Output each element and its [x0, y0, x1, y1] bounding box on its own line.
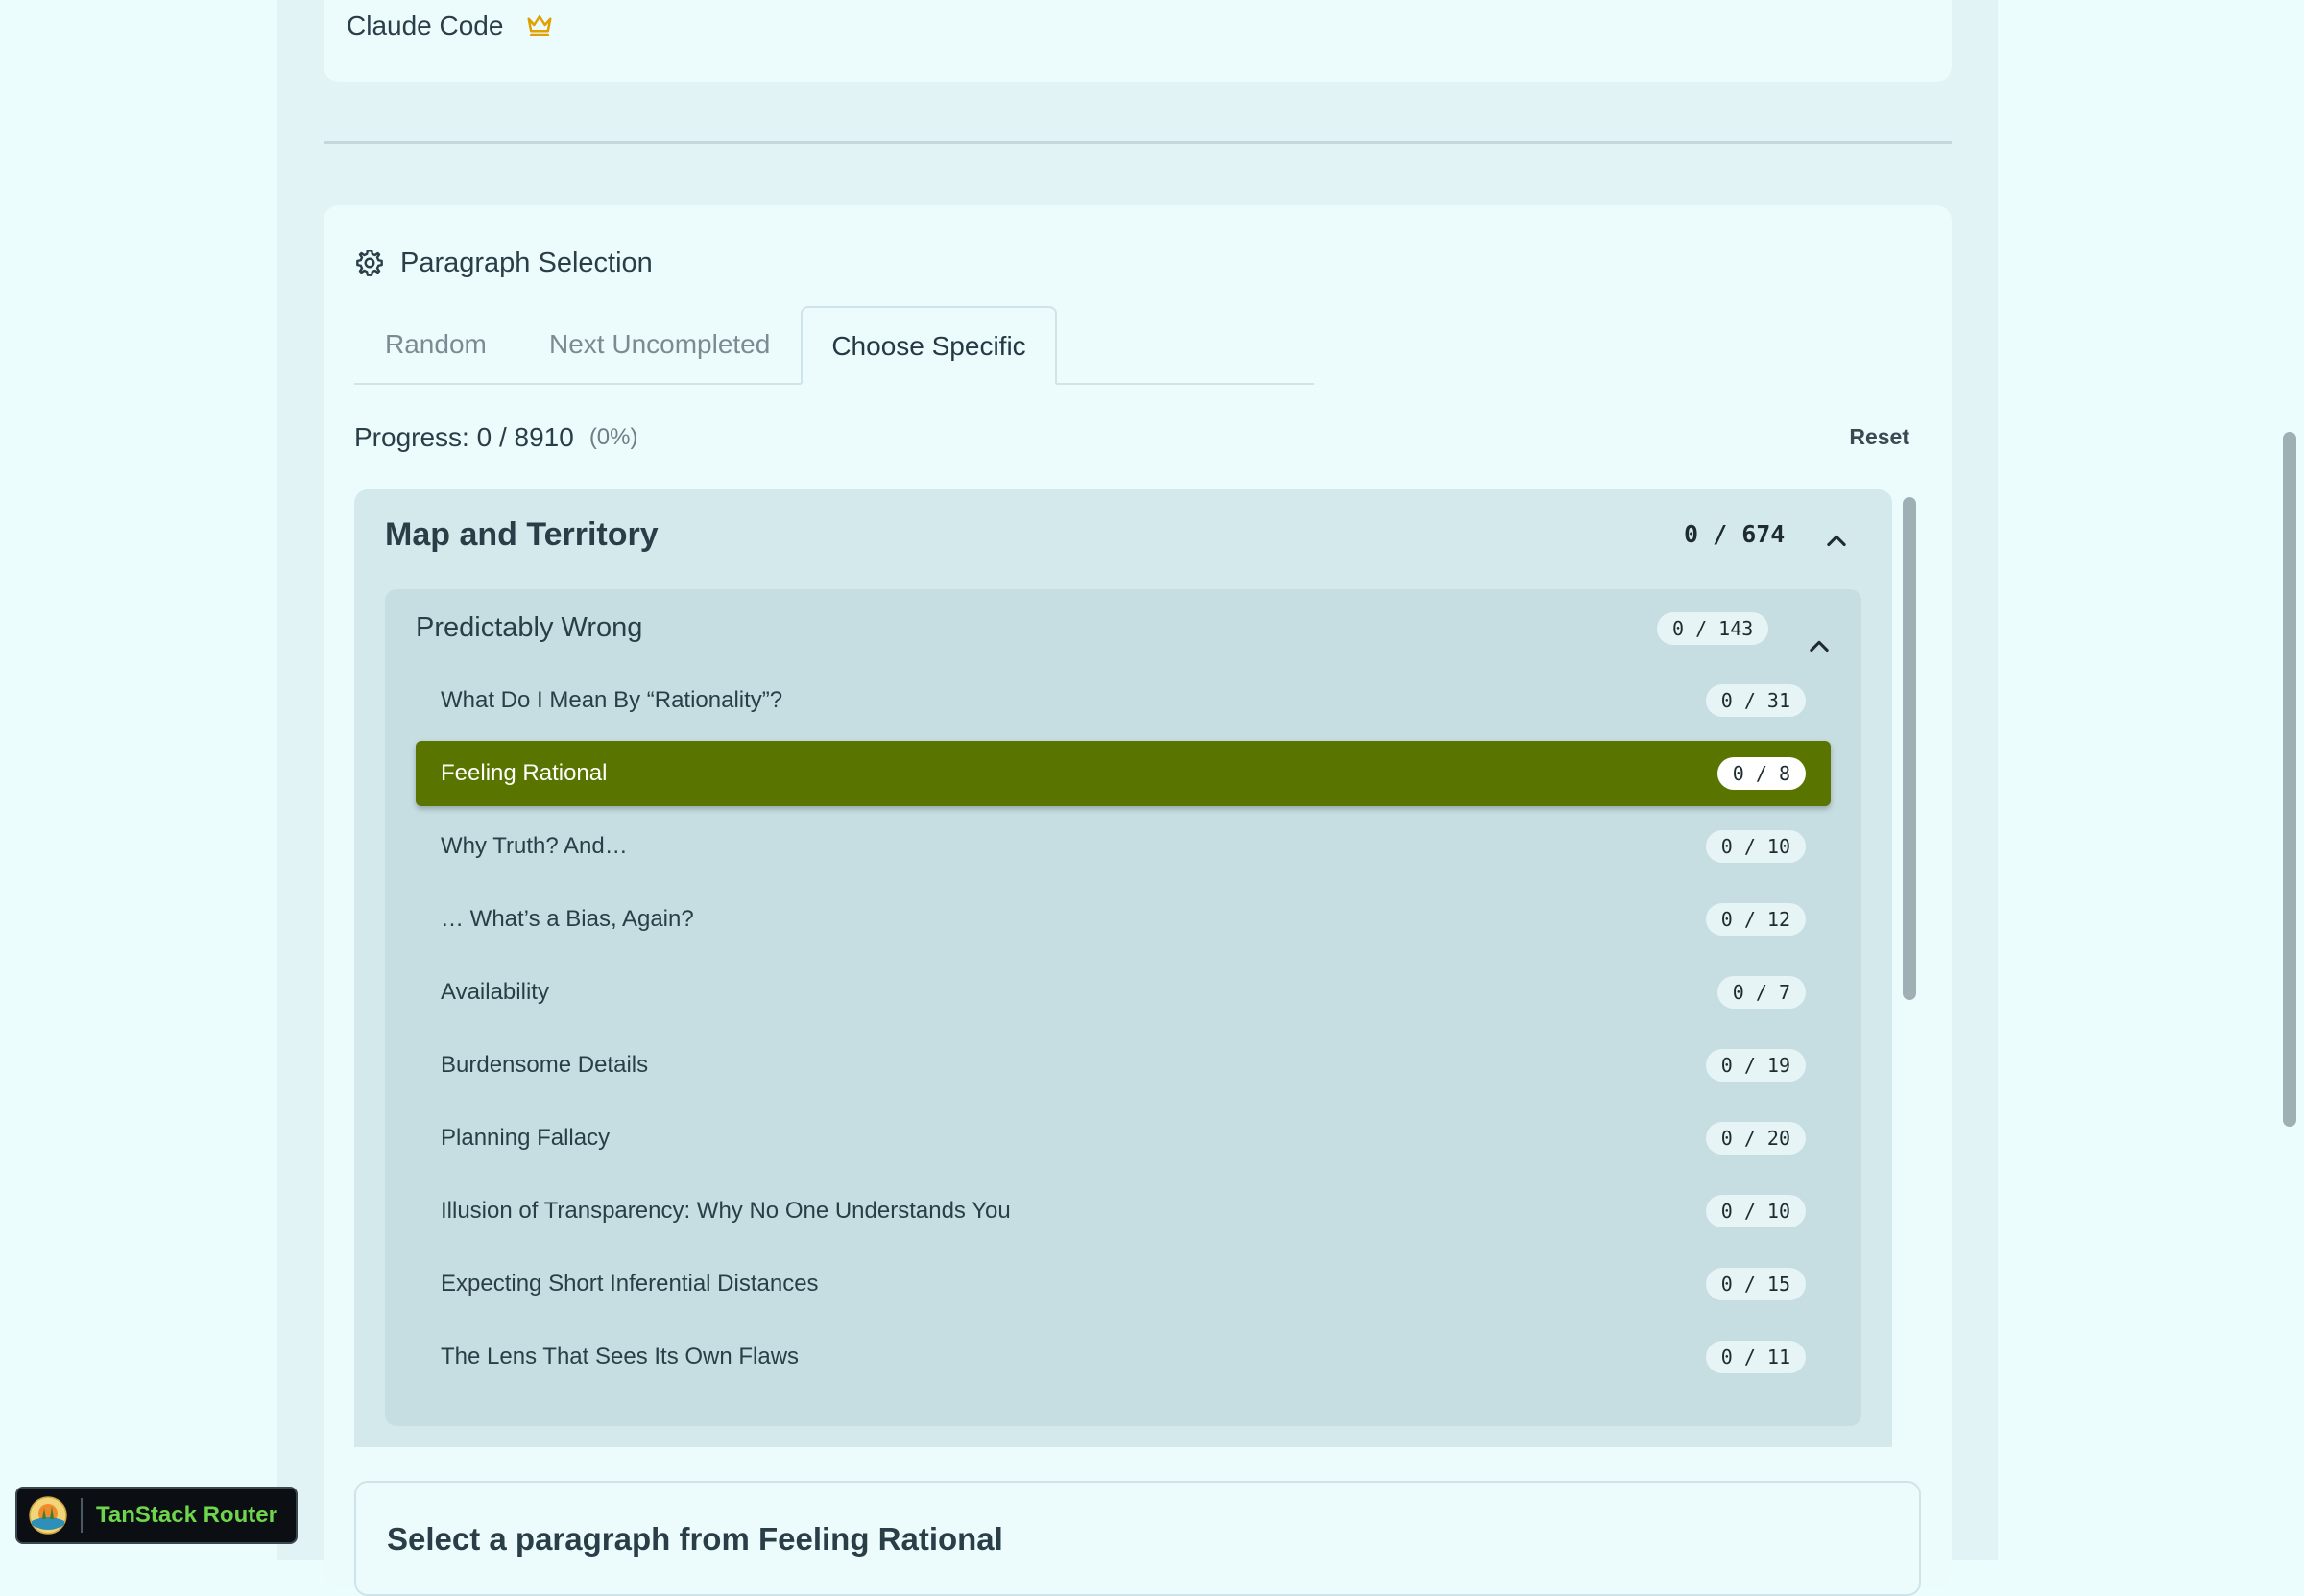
gear-icon — [356, 250, 383, 276]
book-count: 0 / 674 — [1684, 520, 1786, 548]
section-divider — [324, 141, 1952, 144]
model-name: Claude Code — [347, 11, 504, 40]
post-item[interactable]: Why Truth? And… 0 / 10 — [416, 814, 1831, 879]
post-title: Availability — [441, 979, 549, 1005]
post-title: Why Truth? And… — [441, 833, 628, 859]
post-count-badge: 0 / 12 — [1705, 903, 1806, 936]
progress-row: Progress: 0 / 8910 (0%) Reset — [354, 418, 1909, 457]
section-title: Paragraph Selection — [400, 247, 653, 278]
post-count-badge: 0 / 19 — [1705, 1049, 1806, 1082]
chevron-up-icon[interactable] — [1823, 528, 1850, 555]
list-scrollbar[interactable] — [1903, 497, 1916, 1000]
sequence-count: 0 / 143 — [1657, 612, 1769, 645]
post-count-badge: 0 / 10 — [1705, 1195, 1806, 1227]
tab-next-uncompleted[interactable]: Next Uncompleted — [549, 306, 770, 383]
model-card: Claude Code — [324, 0, 1952, 82]
badge-separator — [81, 1498, 83, 1533]
sequence-title[interactable]: Predictably Wrong — [416, 612, 642, 644]
post-title: … What’s a Bias, Again? — [441, 906, 694, 932]
paragraph-panel: Select a paragraph from Feeling Rational — [354, 1481, 1921, 1596]
post-item[interactable]: Illusion of Transparency: Why No One Und… — [416, 1179, 1831, 1244]
selection-tabs: Random Next Uncompleted Choose Specific — [354, 306, 1314, 385]
post-item[interactable]: What Do I Mean By “Rationality”? 0 / 31 — [416, 668, 1831, 733]
book-title[interactable]: Map and Territory — [385, 516, 659, 554]
post-item[interactable]: Planning Fallacy 0 / 20 — [416, 1106, 1831, 1171]
progress-text: Progress: 0 / 8910 — [354, 422, 574, 452]
post-title: Expecting Short Inferential Distances — [441, 1271, 819, 1297]
post-count-badge: 0 / 31 — [1705, 684, 1806, 717]
paragraph-panel-title: Select a paragraph from Feeling Rational — [387, 1521, 1003, 1557]
post-item[interactable]: The Lens That Sees Its Own Flaws 0 / 11 — [416, 1324, 1831, 1390]
post-item[interactable]: Expecting Short Inferential Distances 0 /… — [416, 1251, 1831, 1317]
post-title: What Do I Mean By “Rationality”? — [441, 687, 783, 713]
progress-percent: (0%) — [588, 424, 638, 450]
crown-icon — [527, 15, 552, 36]
post-item[interactable]: Burdensome Details 0 / 19 — [416, 1033, 1831, 1098]
tab-choose-specific[interactable]: Choose Specific — [801, 306, 1057, 385]
post-title: The Lens That Sees Its Own Flaws — [441, 1344, 800, 1370]
tanstack-logo-icon — [29, 1496, 67, 1535]
tanstack-router-devtools-button[interactable]: TanStack Router — [15, 1487, 298, 1544]
devtools-label: TanStack Router — [96, 1502, 277, 1528]
post-item[interactable]: … What’s a Bias, Again? 0 / 12 — [416, 887, 1831, 952]
sequence-panel: Predictably Wrong 0 / 143 What Do I Mean… — [385, 589, 1861, 1426]
paragraph-selection-card: Paragraph Selection Random Next Uncomple… — [324, 205, 1952, 1587]
post-item-selected[interactable]: Feeling Rational 0 / 8 — [416, 741, 1831, 806]
post-count-badge: 0 / 15 — [1705, 1268, 1806, 1300]
post-count-badge: 0 / 10 — [1705, 830, 1806, 863]
chevron-up-icon[interactable] — [1806, 633, 1833, 660]
section-header: Paragraph Selection — [354, 244, 653, 282]
post-title: Feeling Rational — [441, 760, 608, 786]
tab-random[interactable]: Random — [385, 306, 487, 383]
post-title: Burdensome Details — [441, 1052, 649, 1078]
post-item[interactable]: Availability 0 / 7 — [416, 960, 1831, 1025]
post-count-badge: 0 / 11 — [1705, 1341, 1806, 1373]
post-title: Illusion of Transparency: Why No One Und… — [441, 1198, 1011, 1224]
sequence-scroll-area[interactable]: Map and Territory 0 / 674 Predictably Wr… — [354, 489, 1902, 1447]
page-scrollbar[interactable] — [2283, 432, 2296, 1127]
reset-button[interactable]: Reset — [1849, 424, 1909, 450]
post-count-badge: 0 / 20 — [1705, 1122, 1806, 1155]
post-title: Planning Fallacy — [441, 1125, 611, 1151]
post-count-badge: 0 / 8 — [1716, 757, 1806, 790]
book-panel: Map and Territory 0 / 674 Predictably Wr… — [354, 489, 1892, 1447]
post-count-badge: 0 / 7 — [1716, 976, 1806, 1009]
post-list: What Do I Mean By “Rationality”? 0 / 31 Fe… — [416, 668, 1831, 1397]
